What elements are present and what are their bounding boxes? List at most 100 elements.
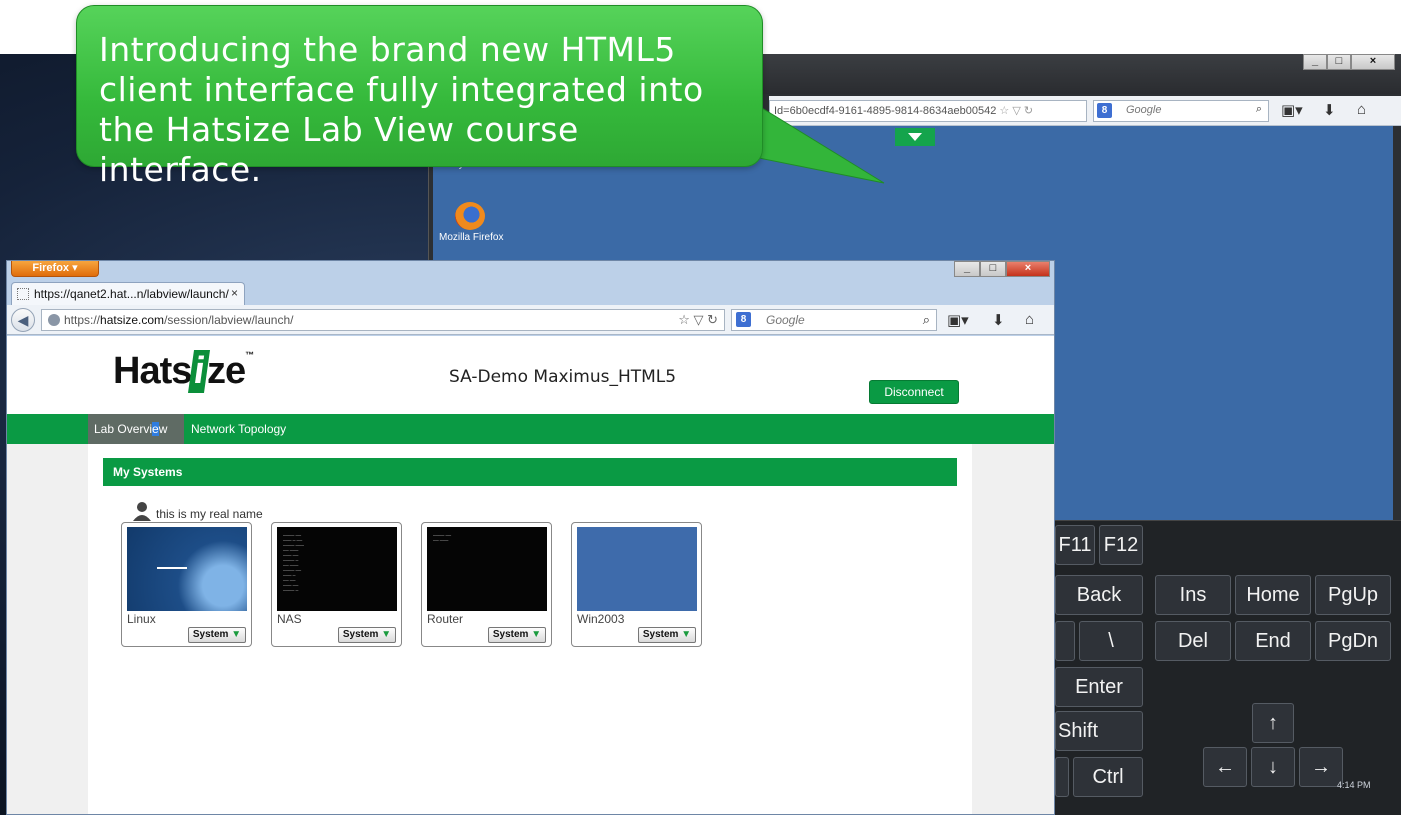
dropdown-arrow-icon: ▼ (231, 629, 242, 640)
text-cursor-selection: e (152, 422, 159, 436)
system-name: Linux (127, 612, 156, 626)
key-pgdn[interactable]: PgDn (1315, 621, 1391, 661)
key-pgup[interactable]: PgUp (1315, 575, 1391, 615)
key-partial-fn[interactable] (1055, 757, 1069, 797)
key-enter[interactable]: Enter (1055, 667, 1143, 707)
system-button-label: System (192, 629, 229, 640)
callout-line-2: client interface fully integrated into (99, 70, 704, 109)
maximize-button[interactable]: □ (980, 261, 1006, 277)
home-icon[interactable]: ⌂ (1025, 311, 1034, 328)
downloads-icon[interactable]: ⬇ (992, 311, 1005, 329)
lab-nav-bar: Lab Overview Network Topology (7, 414, 1054, 444)
address-bar[interactable]: https://hatsize.com/session/labview/laun… (41, 309, 725, 331)
remote-clock: 4:14 PM (1337, 780, 1371, 790)
close-button[interactable]: × (1351, 54, 1395, 70)
search-icon[interactable]: ⌕ (1256, 103, 1262, 116)
callout-line-3: the Hatsize Lab View course interface. (99, 110, 579, 189)
dropdown-arrow-icon: ▼ (381, 629, 392, 640)
system-menu-button[interactable]: System ▼ (188, 627, 246, 643)
key-backslash[interactable]: \ (1079, 621, 1143, 661)
system-menu-button[interactable]: System ▼ (488, 627, 546, 643)
system-thumbnail[interactable] (127, 527, 247, 611)
system-thumbnail[interactable]: ──── ── ─── ─ ── ──── ─── ── ─── ─── ── ──── … (277, 527, 397, 611)
search-placeholder: Google (766, 313, 805, 327)
key-ctrl[interactable]: Ctrl (1073, 757, 1143, 797)
key-end[interactable]: End (1235, 621, 1311, 661)
key-arrow-up[interactable]: ↑ (1252, 703, 1294, 743)
content-panel: My Systems this is my real name Linux Sy… (88, 444, 972, 814)
key-arrow-left[interactable]: ← (1203, 747, 1247, 787)
key-arrow-down[interactable]: ↓ (1251, 747, 1295, 787)
system-button-label: System (342, 629, 379, 640)
dropdown-arrow-icon: ▼ (531, 629, 542, 640)
system-menu-button[interactable]: System ▼ (638, 627, 696, 643)
system-thumbnail[interactable] (577, 527, 697, 611)
bookmarks-icon[interactable]: ▣▾ (947, 311, 969, 329)
user-icon (133, 502, 151, 521)
my-systems-header: My Systems (103, 458, 957, 486)
hatsize-logo: Hatsize™ (113, 350, 254, 393)
downloads-icon[interactable]: ⬇ (1323, 101, 1336, 119)
tab-network-topology[interactable]: Network Topology (191, 414, 286, 444)
logo-text-start: Hats (113, 350, 192, 392)
system-name: NAS (277, 612, 302, 626)
url-host: hatsize.com (100, 313, 165, 327)
logo-trademark: ™ (245, 350, 254, 360)
disconnect-button[interactable]: Disconnect (869, 380, 959, 404)
google-engine-icon[interactable]: 8 (736, 312, 751, 327)
key-shift[interactable]: Shift (1055, 711, 1143, 751)
site-identity-icon[interactable] (48, 314, 60, 326)
system-name: Router (427, 612, 464, 626)
onscreen-keyboard: F11 F12 Back Ins Home PgUp \ Del End PgD… (1055, 520, 1401, 815)
browser-tab[interactable]: https://qanet2.hat...n/labview/launch/ × (11, 282, 245, 305)
page-header: Hatsize™ SA-Demo Maximus_HTML5 Disconnec… (7, 336, 1054, 414)
session-title: SA-Demo Maximus_HTML5 (449, 367, 677, 387)
system-card-router[interactable]: ──── ── ── ─── Router System ▼ (421, 522, 552, 647)
system-card-nas[interactable]: ──── ── ─── ─ ── ──── ─── ── ─── ─── ── ──── … (271, 522, 402, 647)
key-f11[interactable]: F11 (1055, 525, 1095, 565)
key-del[interactable]: Del (1155, 621, 1231, 661)
key-back[interactable]: Back (1055, 575, 1143, 615)
system-menu-button[interactable]: System ▼ (338, 627, 396, 643)
tab-lab-overview[interactable]: Lab Overview (88, 414, 184, 444)
system-thumbnail[interactable]: ──── ── ── ─── (427, 527, 547, 611)
search-field[interactable]: 8 Google ⌕ (731, 309, 937, 331)
remote-toolbar-toggle-arrow-icon[interactable] (895, 128, 935, 146)
remote-search-placeholder: Google (1126, 104, 1162, 116)
search-icon[interactable]: ⌕ (923, 312, 930, 328)
announcement-callout: Introducing the brand new HTML5 client i… (76, 5, 763, 189)
user-name: this is my real name (156, 507, 263, 521)
minimize-button[interactable]: _ (954, 261, 980, 277)
url-scheme: https:// (64, 313, 101, 327)
bookmarks-icon[interactable]: ▣▾ (1281, 101, 1303, 119)
system-card-linux[interactable]: Linux System ▼ (121, 522, 252, 647)
bookmark-star-icon[interactable]: ☆ ▽ ↻ (678, 312, 718, 328)
bookmark-star-icon[interactable]: ☆ ▽ ↻ (999, 105, 1033, 117)
tab-close-icon[interactable]: × (231, 286, 238, 300)
key-f12[interactable]: F12 (1099, 525, 1143, 565)
dropdown-arrow-icon: ▼ (681, 629, 692, 640)
minimize-button[interactable]: _ (1303, 54, 1327, 70)
home-icon[interactable]: ⌂ (1357, 101, 1366, 118)
navigation-toolbar: ◀ https://hatsize.com/session/labview/la… (7, 305, 1054, 335)
page-favicon-icon (17, 288, 29, 300)
key-ins[interactable]: Ins (1155, 575, 1231, 615)
google-engine-icon[interactable]: 8 (1097, 103, 1112, 118)
firefox-desktop-icon[interactable] (455, 202, 485, 230)
maximize-button[interactable]: □ (1327, 54, 1351, 70)
terminal-text-lines: ──── ── ── ─── (433, 533, 452, 543)
key-home[interactable]: Home (1235, 575, 1311, 615)
firefox-menu-button[interactable]: Firefox ▾ (11, 261, 99, 277)
key-partial[interactable] (1055, 621, 1075, 661)
back-arrow-icon[interactable]: ◀ (11, 308, 35, 332)
remote-search-field[interactable]: 8 Google ⌕ (1093, 100, 1269, 122)
firefox-desktop-label: Mozilla Firefox (439, 232, 504, 243)
system-button-label: System (492, 629, 529, 640)
tab-title: https://qanet2.hat...n/labview/launch/ (34, 287, 229, 301)
url-path: /session/labview/launch/ (164, 313, 294, 327)
logo-text-end: ze (206, 350, 246, 392)
callout-pointer (744, 96, 885, 184)
system-card-win2003[interactable]: Win2003 System ▼ (571, 522, 702, 647)
close-button[interactable]: × (1006, 261, 1050, 277)
firefox-window: Firefox ▾ _ □ × https://qanet2.hat...n/l… (6, 260, 1055, 815)
